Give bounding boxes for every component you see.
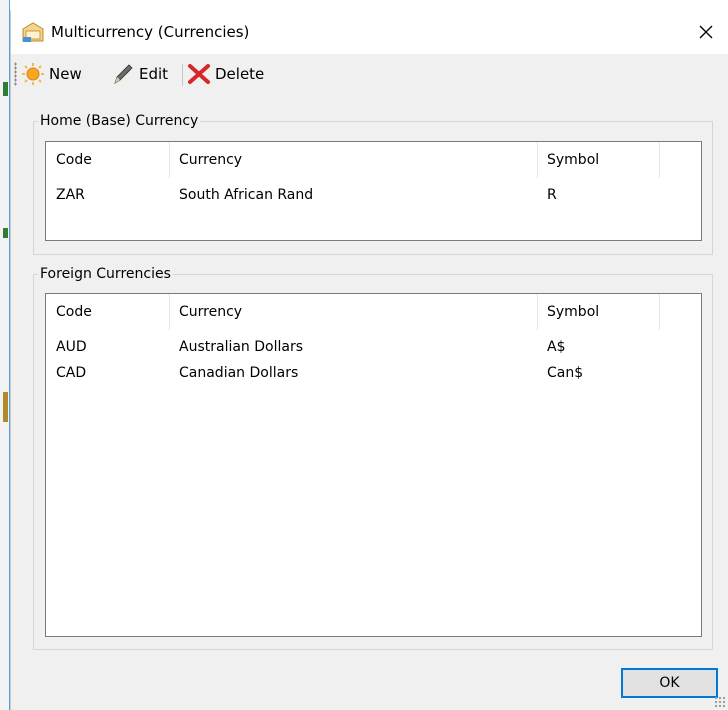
column-divider[interactable] (659, 142, 660, 178)
new-label: New (49, 65, 82, 83)
table-row[interactable]: ZAR South African Rand R (46, 182, 701, 208)
delete-button[interactable]: Delete (187, 60, 264, 88)
cell-currency: South African Rand (179, 187, 314, 203)
foreign-currencies-legend: Foreign Currencies (40, 266, 171, 282)
toolbar: New Edit Delete (11, 54, 728, 94)
delete-label: Delete (215, 65, 265, 83)
cell-code: ZAR (56, 187, 85, 203)
close-button[interactable] (683, 10, 728, 54)
red-x-icon (188, 64, 210, 84)
pencil-icon (114, 64, 133, 84)
new-button[interactable]: New (21, 60, 82, 88)
column-header-symbol[interactable]: Symbol (537, 294, 659, 330)
foreign-currencies-table[interactable]: Code Currency Symbol AUD Australian Doll… (45, 293, 702, 637)
cell-currency: Canadian Dollars (179, 365, 299, 381)
window-title: Multicurrency (Currencies) (51, 23, 250, 41)
edit-label: Edit (139, 65, 169, 83)
toolbar-grip[interactable] (14, 62, 17, 86)
cell-code: AUD (56, 339, 87, 355)
column-header-currency[interactable]: Currency (169, 142, 537, 178)
background-mark (3, 82, 8, 96)
column-header-code[interactable]: Code (46, 142, 169, 178)
home-currency-legend: Home (Base) Currency (40, 113, 199, 129)
dialog-window: Multicurrency (Currencies) New Edit Dele… (10, 10, 728, 710)
column-header-symbol[interactable]: Symbol (537, 142, 659, 178)
new-sun-icon (22, 63, 44, 85)
cell-symbol: A$ (547, 339, 566, 355)
title-bar: Multicurrency (Currencies) (11, 10, 728, 54)
resize-grip[interactable] (714, 696, 726, 708)
currency-window-icon (22, 22, 44, 42)
cell-code: CAD (56, 365, 87, 381)
home-currency-table[interactable]: Code Currency Symbol ZAR South African R… (45, 141, 702, 241)
column-header-currency[interactable]: Currency (169, 294, 537, 330)
toolbar-separator (182, 64, 183, 86)
table-row[interactable]: CAD Canadian Dollars Can$ (46, 360, 701, 386)
column-header-code[interactable]: Code (46, 294, 169, 330)
table-header: Code Currency Symbol (46, 294, 701, 330)
cell-currency: Australian Dollars (179, 339, 304, 355)
cell-symbol: Can$ (547, 365, 584, 381)
background-app-strip (0, 0, 10, 710)
cell-symbol: R (547, 187, 557, 203)
close-icon (699, 25, 713, 39)
table-row[interactable]: AUD Australian Dollars A$ (46, 334, 701, 360)
table-header: Code Currency Symbol (46, 142, 701, 178)
edit-button[interactable]: Edit (111, 60, 168, 88)
background-mark (3, 228, 8, 238)
background-mark (3, 392, 8, 422)
column-divider[interactable] (659, 294, 660, 330)
ok-button[interactable]: OK (621, 668, 718, 698)
